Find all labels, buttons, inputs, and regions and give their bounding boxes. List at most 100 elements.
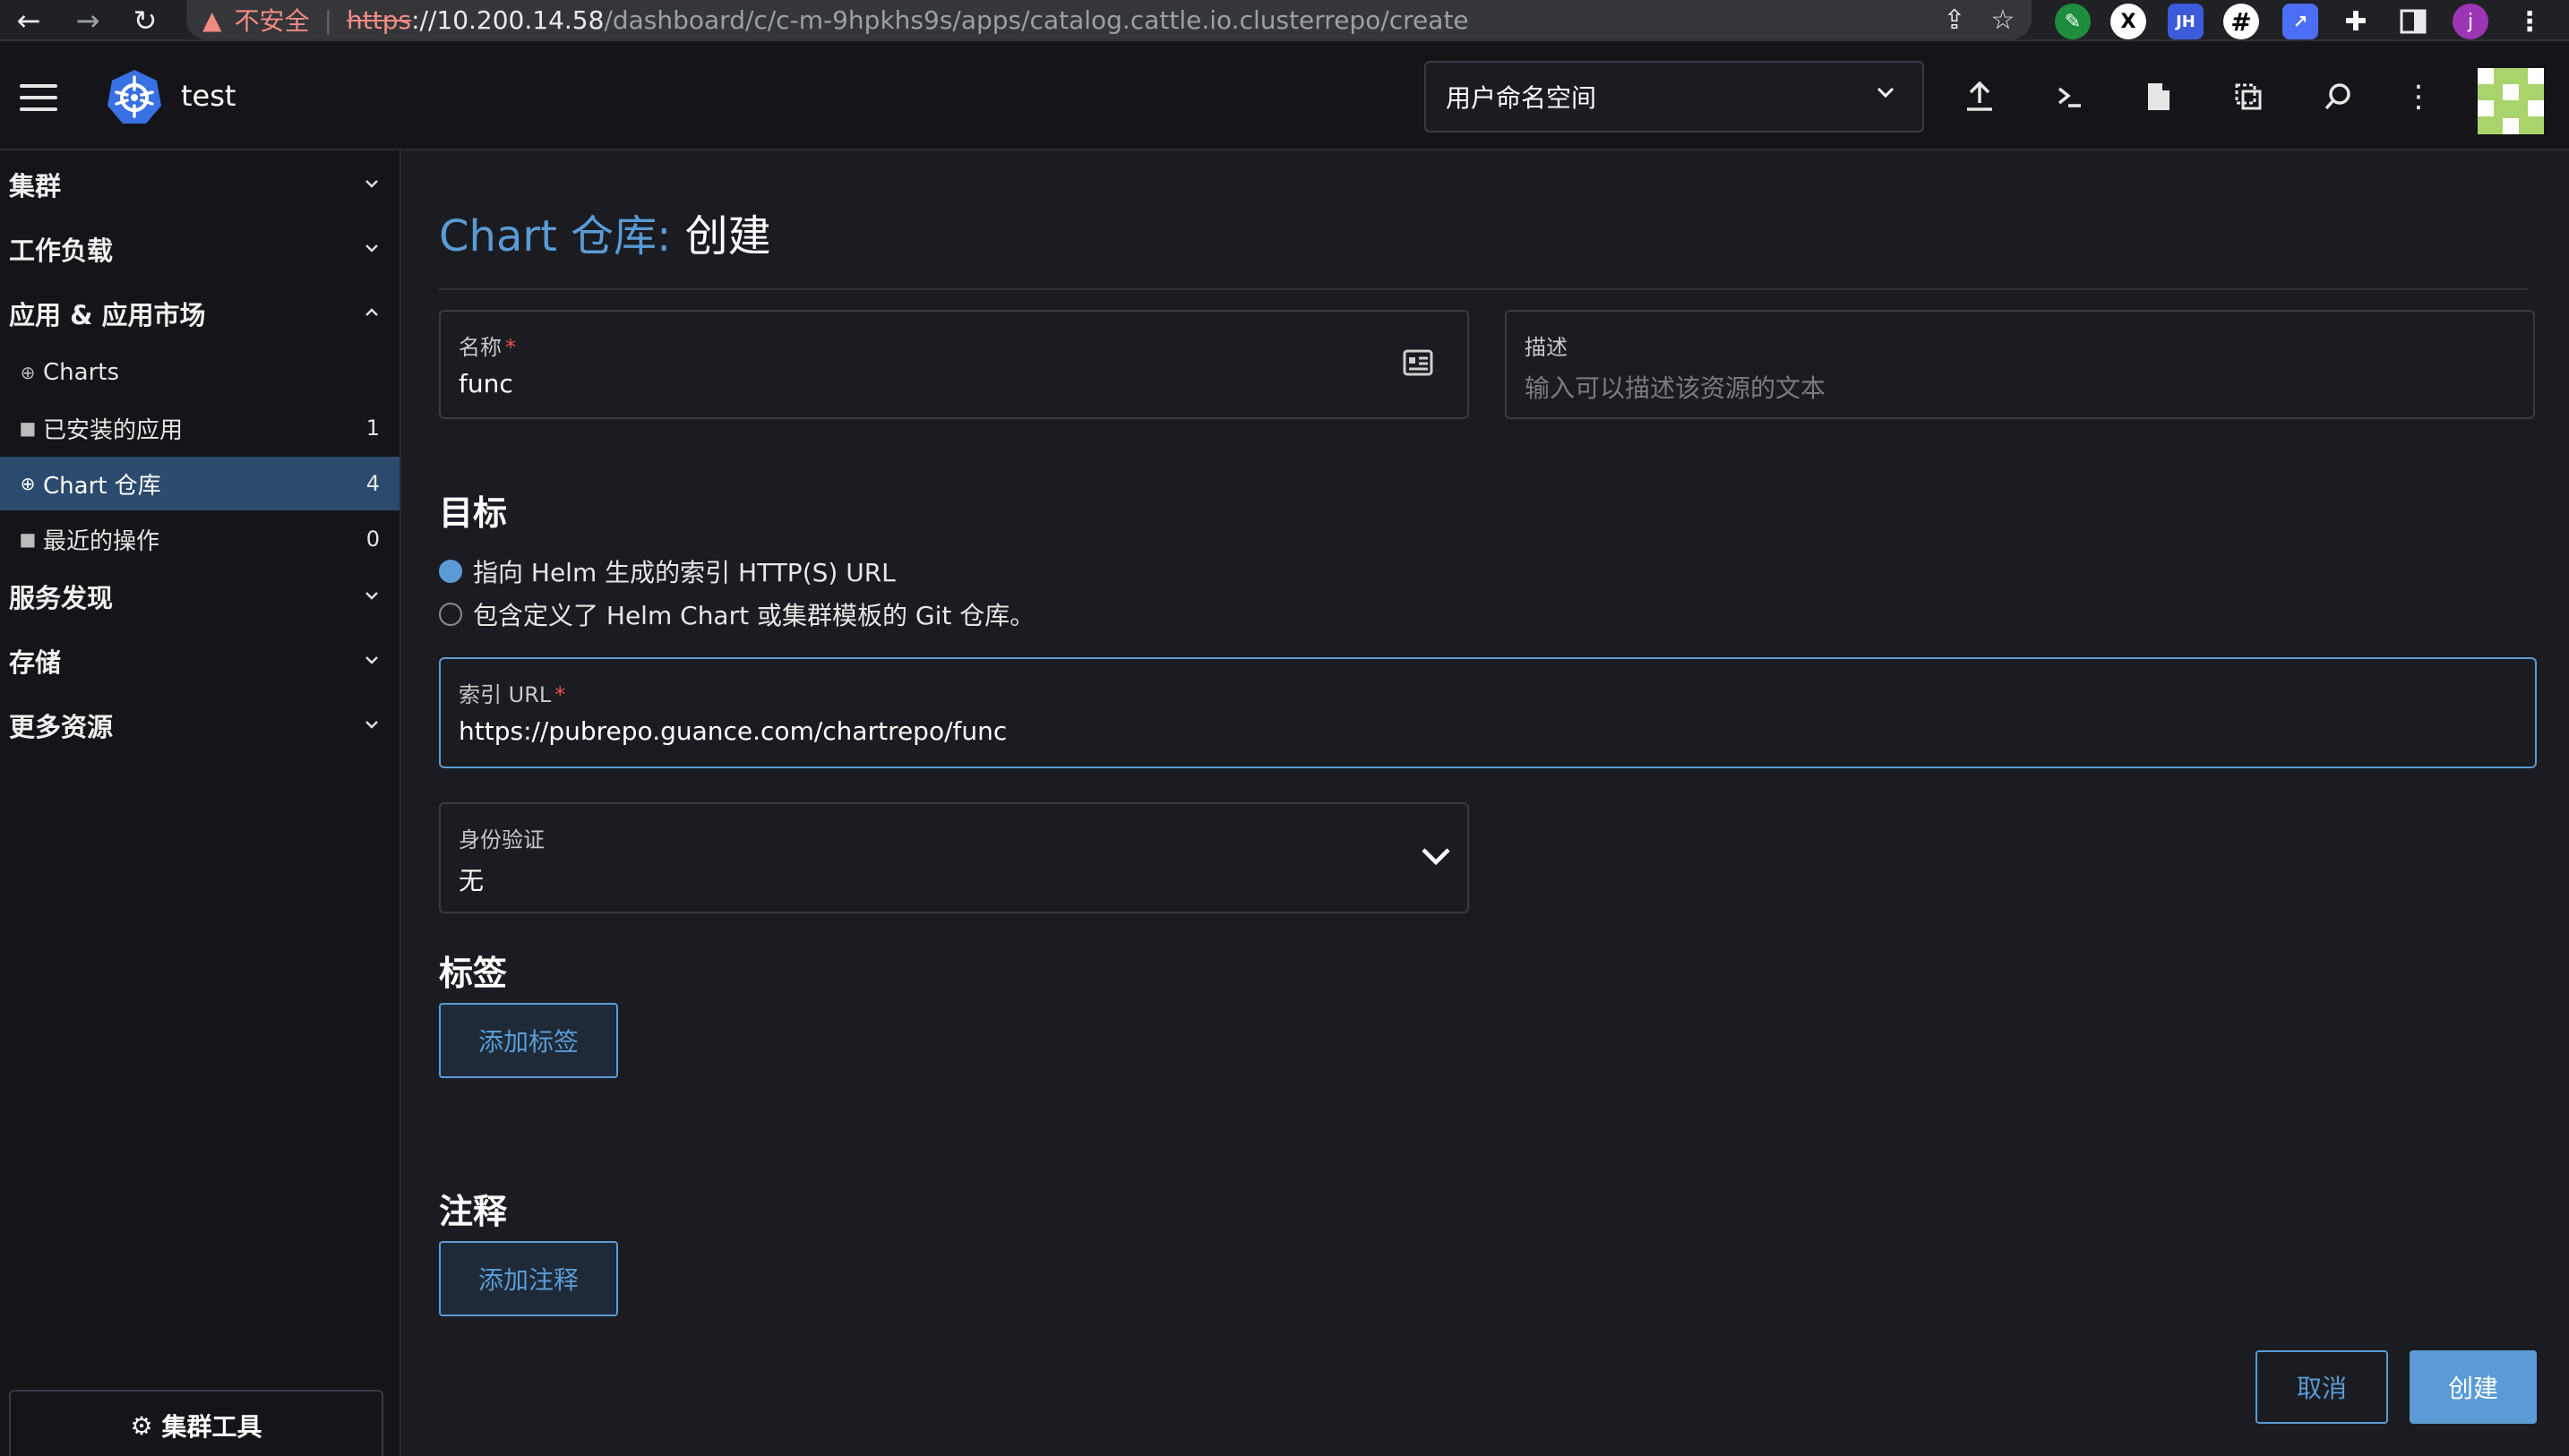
chevron-down-icon (1877, 87, 1895, 98)
profile-avatar[interactable]: j (2453, 4, 2488, 39)
download-kubeconfig-icon[interactable] (2137, 75, 2180, 118)
name-input[interactable]: func (459, 369, 513, 398)
radio-button-selected[interactable] (439, 560, 462, 583)
evernote-extension-icon[interactable]: ✎ (2055, 4, 2091, 39)
address-separator: | (323, 4, 332, 35)
sidebar-item-charts[interactable]: ⊕ Charts (0, 346, 400, 399)
x-extension-icon[interactable]: X (2110, 4, 2146, 39)
labels-heading: 标签 (439, 954, 508, 993)
app-header: test 用户命名空间 ⋮ (0, 41, 2569, 150)
compass-icon: ⊕ (20, 362, 36, 383)
chevron-down-icon (365, 592, 378, 600)
sidebar-group-label: 集群 (9, 171, 62, 201)
description-field[interactable]: 描述 输入可以描述该资源的文本 (1505, 310, 2535, 419)
annotations-heading: 注释 (439, 1192, 508, 1231)
sidebar-item-chart-repos[interactable]: ⊕ Chart 仓库 4 (0, 457, 400, 510)
share-icon[interactable]: ⇪ (1935, 0, 1974, 39)
chevron-down-icon (365, 721, 378, 729)
create-button[interactable]: 创建 (2410, 1350, 2537, 1424)
sidebar-group-label: 更多资源 (9, 712, 114, 742)
radio-option-git-repo[interactable]: 包含定义了 Helm Chart 或集群模板的 Git 仓库。 (439, 596, 1035, 632)
cluster-name[interactable]: test (181, 79, 236, 113)
page-title: Chart 仓库: 创建 (439, 201, 771, 263)
description-field-label: 描述 (1525, 335, 1568, 360)
kubectl-shell-icon[interactable] (2048, 75, 2091, 118)
sidebar-group-cluster[interactable]: 集群 (0, 156, 400, 213)
extensions-puzzle-icon[interactable]: ✚ (2338, 4, 2374, 39)
url-scheme: https (347, 4, 412, 35)
url-host: ://10.200.14.58 (411, 4, 605, 35)
main-content: Chart 仓库: 创建 名称 * func 描述 输入可以描述该资源的文本 目标… (401, 150, 2569, 1456)
title-divider (439, 288, 2528, 290)
add-annotation-button[interactable]: 添加注释 (439, 1241, 618, 1316)
cluster-tools-label: 集群工具 (161, 1412, 262, 1442)
sidebar-group-workloads[interactable]: 工作负载 (0, 220, 400, 278)
namespace-select[interactable]: 用户命名空间 (1424, 61, 1924, 133)
forward-arrow-icon[interactable]: → (66, 0, 109, 41)
more-actions-icon[interactable]: ⋮ (2397, 75, 2440, 118)
kubernetes-logo-icon[interactable] (106, 68, 163, 125)
back-arrow-icon[interactable]: ← (7, 0, 50, 41)
authentication-label: 身份验证 (459, 827, 545, 852)
sidebar-item-label: 最近的操作 (43, 527, 160, 555)
user-avatar[interactable] (2478, 68, 2544, 134)
page-title-resource[interactable]: Chart 仓库: (439, 211, 671, 261)
index-url-field-label: 索引 URL * (459, 682, 566, 707)
authentication-select[interactable]: 身份验证 无 (439, 802, 1469, 913)
chevron-down-icon (365, 656, 378, 664)
search-icon[interactable] (2316, 75, 2359, 118)
browser-menu-icon[interactable]: ⋮ (2512, 4, 2548, 39)
name-field[interactable]: 名称 * func (439, 310, 1469, 419)
radio-button[interactable] (439, 603, 462, 626)
sidebar-group-apps[interactable]: 应用 & 应用市场 (0, 285, 400, 342)
page-title-action: 创建 (684, 211, 771, 261)
browser-chrome: ← → ↻ ▲ 不安全 | https://10.200.14.58/dashb… (0, 0, 2569, 41)
security-status[interactable]: 不安全 (235, 2, 310, 38)
sidebar-group-label: 工作负载 (9, 236, 114, 266)
hamburger-menu-icon[interactable] (20, 84, 57, 111)
sidebar-item-count: 0 (365, 527, 380, 552)
warning-triangle-icon: ▲ (202, 4, 222, 35)
add-label-button[interactable]: 添加标签 (439, 1003, 618, 1078)
sidebar-group-more-resources[interactable]: 更多资源 (0, 697, 400, 754)
name-field-label: 名称 * (459, 335, 516, 360)
reload-icon[interactable]: ↻ (124, 0, 167, 41)
chevron-down-icon (365, 244, 378, 253)
authentication-value: 无 (459, 866, 485, 895)
folder-icon: ■ (19, 528, 37, 550)
index-url-input[interactable]: https://pubrepo.guance.com/chartrepo/fun… (459, 716, 1007, 746)
sidebar-item-label: Chart 仓库 (43, 472, 161, 500)
side-panel-icon[interactable] (2395, 4, 2431, 39)
radio-option-helm-index[interactable]: 指向 Helm 生成的索引 HTTP(S) URL (439, 553, 896, 589)
sidebar-item-label: Charts (43, 359, 119, 386)
sidebar-group-label: 存储 (9, 647, 62, 678)
hash-extension-icon[interactable]: # (2223, 4, 2259, 39)
copy-kubeconfig-icon[interactable] (2227, 75, 2270, 118)
index-url-field[interactable]: 索引 URL * https://pubrepo.guance.com/chart… (439, 657, 2537, 768)
description-input[interactable]: 输入可以描述该资源的文本 (1525, 369, 1826, 405)
cancel-button[interactable]: 取消 (2255, 1350, 2388, 1424)
sidebar-group-storage[interactable]: 存储 (0, 632, 400, 689)
cluster-tools-button[interactable]: ⚙ 集群工具 (9, 1390, 383, 1456)
gear-icon: ⚙ (130, 1410, 153, 1441)
namespace-select-value: 用户命名空间 (1446, 83, 1597, 113)
chevron-up-icon (365, 308, 378, 316)
sidebar: 集群 工作负载 应用 & 应用市场 ⊕ Charts ■ 已安装的应用 1 ⊕ … (0, 150, 401, 1456)
translate-extension-icon[interactable]: ↗ (2282, 4, 2318, 39)
sidebar-item-label: 已安装的应用 (43, 416, 184, 444)
url-path: /dashboard/c/c-m-9hpkhs9s/apps/catalog.c… (604, 4, 1469, 35)
import-yaml-icon[interactable] (1958, 75, 2001, 118)
chevron-down-icon (1422, 848, 1450, 866)
id-card-icon[interactable] (1403, 349, 1433, 376)
folder-icon: ■ (19, 417, 37, 439)
bookmark-star-icon[interactable]: ☆ (1983, 0, 2023, 39)
address-bar[interactable]: ▲ 不安全 | https://10.200.14.58/dashboard/c… (186, 0, 2032, 39)
sidebar-item-count: 4 (365, 471, 380, 496)
radio-option-label: 指向 Helm 生成的索引 HTTP(S) URL (473, 558, 896, 587)
sidebar-item-count: 1 (365, 415, 380, 441)
radio-option-label: 包含定义了 Helm Chart 或集群模板的 Git 仓库。 (473, 601, 1035, 630)
sidebar-item-recent-operations[interactable]: ■ 最近的操作 0 (0, 512, 400, 566)
jh-extension-icon[interactable]: JH (2168, 4, 2204, 39)
sidebar-group-service-discovery[interactable]: 服务发现 (0, 568, 400, 625)
sidebar-item-installed-apps[interactable]: ■ 已安装的应用 1 (0, 401, 400, 455)
